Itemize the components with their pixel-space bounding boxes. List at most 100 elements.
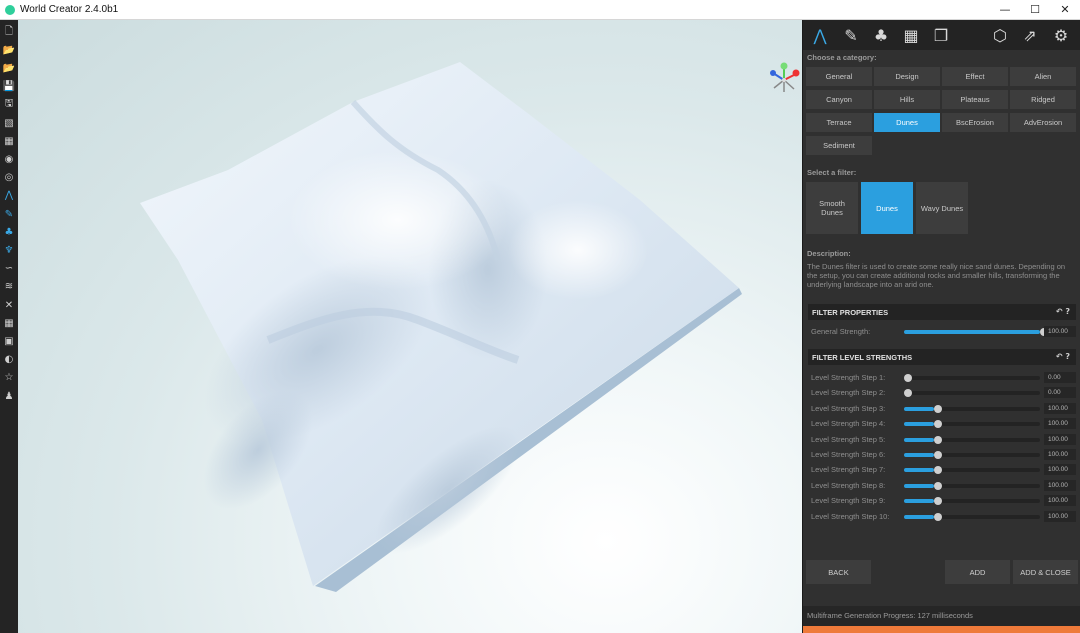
new-file-icon[interactable]: 🗋 [2, 25, 16, 39]
add-close-button[interactable]: ADD & CLOSE [1013, 560, 1078, 584]
left-toolbar: 🗋 📂 📂 💾 🖫 ▧ ▦ ◉ ◎ ⋀ ✎ ♣ ♆ ∽ ≋ ✕ ▦ ▣ ◐ ☆ ♟ [0, 20, 18, 633]
road-icon[interactable]: ∽ [2, 262, 16, 276]
globe-icon[interactable]: ◎ [2, 171, 16, 185]
star-icon[interactable]: ☆ [2, 371, 16, 385]
slider-value-field[interactable]: 100.00 [1044, 326, 1076, 337]
slider-value-field[interactable]: 0.00 [1044, 387, 1076, 399]
slider-track[interactable] [904, 420, 1040, 429]
orientation-gizmo-icon[interactable] [766, 60, 802, 96]
slider-track[interactable] [904, 512, 1040, 521]
category-canyon-button[interactable]: Canyon [806, 90, 872, 109]
camera-icon[interactable]: ◉ [2, 152, 16, 166]
slider-track[interactable] [904, 497, 1040, 506]
slider-value-field[interactable]: 100.00 [1044, 479, 1076, 491]
slider-track[interactable] [904, 374, 1040, 382]
slider-track[interactable] [904, 435, 1040, 444]
category-general-button[interactable]: General [806, 67, 872, 86]
category-alien-button[interactable]: Alien [1010, 67, 1076, 86]
filter-properties-header[interactable]: FILTER PROPERTIES ↶ ? [808, 304, 1076, 320]
slider-handle[interactable] [904, 389, 912, 398]
category-dunes-button[interactable]: Dunes [874, 113, 940, 132]
filter-description: The Dunes filter is used to create some … [807, 262, 1066, 289]
category-adverosion-button[interactable]: AdvErosion [1010, 113, 1076, 132]
export-icon[interactable]: ▧ [2, 116, 16, 130]
slider-track[interactable] [904, 481, 1040, 490]
slider-fill [904, 453, 934, 457]
category-terrace-button[interactable]: Terrace [806, 113, 872, 132]
slider-value-field[interactable]: 100.00 [1044, 418, 1076, 430]
map-icon[interactable]: ▦ [2, 134, 16, 148]
slider-track[interactable] [904, 451, 1040, 459]
map-tab-icon[interactable]: ▦ [900, 24, 922, 46]
category-plateaus-button[interactable]: Plateaus [942, 90, 1008, 109]
category-effect-button[interactable]: Effect [942, 67, 1008, 86]
slider-track[interactable] [904, 389, 1040, 398]
slider-value-field[interactable]: 100.00 [1044, 510, 1076, 522]
filter-level-strengths-header[interactable]: FILTER LEVEL STRENGTHS ↶ ? [808, 349, 1076, 365]
sky-icon[interactable]: ◐ [2, 353, 16, 367]
status-bar: Multiframe Generation Progress: 127 mill… [803, 606, 1080, 626]
transform-icon[interactable]: ✕ [2, 298, 16, 312]
slider-handle[interactable] [904, 374, 912, 382]
image-icon[interactable]: ▣ [2, 334, 16, 348]
slider-handle[interactable] [933, 404, 942, 413]
reset-help-icon[interactable]: ↶ ? [1056, 352, 1070, 361]
category-ridged-button[interactable]: Ridged [1010, 90, 1076, 109]
terrain-tab-icon[interactable]: ⋀ [809, 24, 831, 46]
slider-row: Level Strength Step 9: 100.00 [811, 495, 1077, 507]
terrain-icon[interactable]: ⋀ [2, 189, 16, 203]
slider-handle[interactable] [933, 512, 942, 521]
category-hills-button[interactable]: Hills [874, 90, 940, 109]
tree-icon[interactable]: ♣ [2, 225, 16, 239]
figure-icon[interactable]: ♟ [2, 389, 16, 403]
close-button[interactable]: ✕ [1050, 0, 1080, 20]
slider-track[interactable] [904, 404, 1040, 413]
save-as-icon[interactable]: 🖫 [2, 98, 16, 112]
vegetation-tab-icon[interactable]: ♣ [870, 24, 892, 46]
slider-value-field[interactable]: 100.00 [1044, 464, 1076, 476]
slider-value-field[interactable]: 100.00 [1044, 433, 1076, 445]
slider-handle[interactable] [933, 481, 942, 490]
slider-row: Level Strength Step 1: 0.00 [811, 372, 1077, 384]
slider-row: Level Strength Step 5: 100.00 [811, 433, 1077, 446]
slider-value-field[interactable]: 100.00 [1044, 495, 1076, 507]
slider-handle[interactable] [933, 497, 942, 506]
filter-dunes-button[interactable]: Dunes [861, 182, 913, 234]
slider-value-field[interactable]: 0.00 [1044, 372, 1076, 383]
maximize-button[interactable]: ☐ [1020, 0, 1050, 20]
slider-value-field[interactable]: 100.00 [1044, 402, 1076, 414]
open-recent-icon[interactable]: 📂 [2, 61, 16, 75]
back-button[interactable]: BACK [806, 560, 871, 584]
grass-icon[interactable]: ♆ [2, 243, 16, 257]
filter-label: Select a filter: [807, 168, 857, 177]
grid-icon[interactable]: ▦ [2, 316, 16, 330]
add-button[interactable]: ADD [945, 560, 1010, 584]
filter-smooth-dunes-button[interactable]: Smooth Dunes [806, 182, 858, 234]
app-logo-icon [5, 5, 15, 15]
wind-icon[interactable]: ≋ [2, 280, 16, 294]
category-design-button[interactable]: Design [874, 67, 940, 86]
filter-wavy-dunes-button[interactable]: Wavy Dunes [916, 182, 968, 234]
share-tab-icon[interactable]: ⇗ [1019, 24, 1041, 46]
open-file-icon[interactable]: 📂 [2, 43, 16, 57]
layers-tab-icon[interactable]: ❐ [930, 24, 952, 46]
slider-label: General Strength: [811, 327, 871, 336]
terrain-viewport[interactable] [18, 20, 802, 633]
save-icon[interactable]: 💾 [2, 80, 16, 94]
filter-panel: ⋀ ✎ ♣ ▦ ❐ ⬡ ⇗ ⚙ Choose a category: General Desig… [802, 20, 1080, 633]
brush-tab-icon[interactable]: ✎ [840, 24, 862, 46]
category-bscerosion-button[interactable]: BscErosion [942, 113, 1008, 132]
slider-track[interactable] [904, 466, 1040, 475]
cube-tab-icon[interactable]: ⬡ [989, 24, 1011, 46]
category-sediment-button[interactable]: Sediment [806, 136, 872, 155]
minimize-button[interactable]: — [990, 0, 1020, 20]
settings-tab-icon[interactable]: ⚙ [1050, 24, 1072, 46]
slider-value-field[interactable]: 100.00 [1044, 449, 1076, 460]
slider-handle[interactable] [933, 420, 942, 429]
brush-icon[interactable]: ✎ [2, 207, 16, 221]
slider-handle[interactable] [933, 451, 942, 459]
reset-help-icon[interactable]: ↶ ? [1056, 307, 1070, 316]
slider-handle[interactable] [933, 466, 942, 475]
slider-track[interactable] [904, 328, 1048, 336]
slider-handle[interactable] [933, 435, 942, 444]
